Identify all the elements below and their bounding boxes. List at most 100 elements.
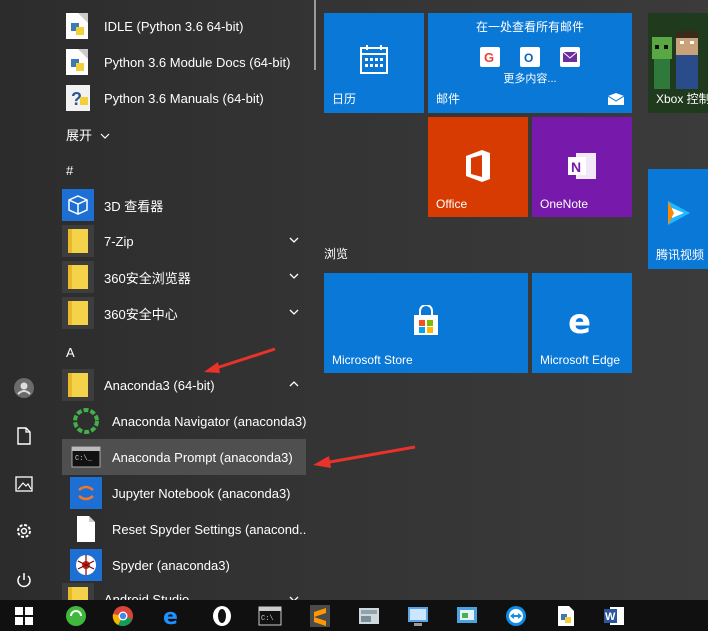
tile-tencent-video[interactable]: 腾讯视频	[648, 169, 708, 269]
tencent-video-icon	[668, 201, 690, 225]
folder-icon	[62, 261, 94, 293]
chevron-up-icon	[289, 381, 299, 387]
edge-icon: e	[568, 305, 591, 337]
taskbar-sublime[interactable]	[300, 600, 340, 631]
app-label: Android Studio	[104, 592, 190, 600]
app-jupyter-notebook[interactable]: Jupyter Notebook (anaconda3)	[70, 475, 306, 511]
jupyter-icon	[70, 477, 102, 509]
svg-text:C:\_: C:\_	[75, 455, 93, 463]
store-icon	[414, 305, 438, 335]
opera-icon	[213, 605, 231, 626]
settings-button[interactable]	[0, 513, 48, 549]
help-file-icon: ?	[62, 82, 94, 114]
python-icon	[62, 10, 94, 42]
app-reset-spyder[interactable]: Reset Spyder Settings (anacond...	[70, 511, 306, 547]
folder-anaconda3[interactable]: Anaconda3 (64-bit)	[62, 367, 306, 403]
envelope-icon	[560, 47, 580, 67]
pictures-button[interactable]	[0, 466, 48, 502]
file-manager-icon	[359, 607, 379, 624]
taskbar-python-file[interactable]	[546, 600, 586, 631]
tile-calendar[interactable]: 日历	[324, 13, 424, 113]
mail-icon	[608, 93, 624, 105]
app-label: Python 3.6 Module Docs (64-bit)	[104, 54, 291, 70]
section-header-a[interactable]: A	[66, 345, 75, 360]
onenote-icon: N	[568, 153, 596, 179]
taskbar-edge[interactable]: e	[153, 600, 193, 631]
section-header-hash[interactable]: #	[66, 163, 73, 178]
chevron-down-icon	[289, 596, 299, 600]
pictures-icon	[15, 476, 33, 492]
chevron-down-icon	[100, 133, 110, 139]
chevron-down-icon	[289, 237, 299, 243]
documents-button[interactable]	[0, 418, 48, 454]
folder-icon	[62, 225, 94, 257]
google-icon: G	[480, 47, 500, 67]
taskbar-word[interactable]: W	[594, 600, 634, 631]
spyder-icon	[70, 549, 102, 581]
user-account-button[interactable]	[0, 370, 48, 406]
control-panel-icon	[457, 606, 477, 623]
app-spyder[interactable]: Spyder (anaconda3)	[70, 547, 306, 583]
anaconda-navigator-icon	[70, 405, 102, 437]
app-label: Anaconda Navigator (anaconda3)	[112, 413, 306, 429]
mail-header: 在一处查看所有邮件	[475, 20, 584, 34]
start-button[interactable]	[4, 600, 44, 631]
svg-text:e: e	[163, 605, 178, 627]
expand-label: 展开	[66, 128, 93, 143]
taskbar-chrome[interactable]	[103, 600, 143, 631]
tile-group-label[interactable]: 浏览	[324, 245, 348, 262]
start-menu: IDLE (Python 3.6 64-bit) Python 3.6 Modu…	[0, 0, 708, 631]
tile-mail[interactable]: 在一处查看所有邮件 G O 更多内容... 邮件	[428, 13, 632, 113]
tile-microsoft-store[interactable]: Microsoft Store	[324, 273, 528, 373]
taskbar-control-panel[interactable]	[398, 600, 438, 631]
start-rail	[0, 0, 48, 600]
tile-xbox[interactable]: Xbox 控制	[648, 13, 708, 113]
office-icon	[466, 150, 490, 182]
tile-label: 日历	[332, 92, 357, 106]
tile-office[interactable]: Office	[428, 117, 528, 217]
taskbar-file-manager[interactable]	[349, 600, 389, 631]
folder-7zip[interactable]: 7-Zip	[62, 223, 306, 259]
app-anaconda-prompt[interactable]: C:\_ Anaconda Prompt (anaconda3)	[62, 439, 306, 475]
calendar-icon	[360, 45, 388, 74]
document-icon	[17, 427, 31, 445]
terminal-icon: C:\_	[70, 441, 102, 473]
app-idle[interactable]: IDLE (Python 3.6 64-bit)	[62, 8, 306, 44]
app-python-module-docs[interactable]: Python 3.6 Module Docs (64-bit)	[62, 44, 306, 80]
chevron-down-icon	[289, 309, 299, 315]
taskbar-teamviewer[interactable]	[496, 600, 536, 631]
sublime-icon	[310, 604, 330, 627]
3d-viewer-icon	[62, 189, 94, 221]
svg-text:C:\: C:\	[261, 615, 274, 623]
app-label: Jupyter Notebook (anaconda3)	[112, 485, 291, 501]
360-browser-icon	[66, 605, 86, 626]
app-label: Anaconda3 (64-bit)	[104, 377, 215, 393]
file-icon	[70, 513, 102, 545]
svg-text:O: O	[524, 51, 533, 65]
teamviewer-icon	[506, 605, 526, 626]
mail-more: 更多内容...	[503, 73, 557, 85]
tile-onenote[interactable]: N OneNote	[532, 117, 632, 217]
app-3d-viewer[interactable]: 3D 查看器	[62, 187, 306, 223]
app-label: Reset Spyder Settings (anacond...	[112, 521, 306, 537]
tile-microsoft-edge[interactable]: e Microsoft Edge	[532, 273, 632, 373]
python-icon	[62, 46, 94, 78]
tile-label: OneNote	[540, 197, 589, 211]
svg-text:G: G	[484, 50, 494, 65]
folder-360-security[interactable]: 360安全中心	[62, 295, 306, 331]
app-label: Python 3.6 Manuals (64-bit)	[104, 90, 264, 106]
folder-android-studio[interactable]: Android Studio	[62, 583, 306, 600]
app-anaconda-navigator[interactable]: Anaconda Navigator (anaconda3)	[70, 403, 306, 439]
taskbar-control-panel-2[interactable]	[447, 600, 487, 631]
power-button[interactable]	[0, 562, 48, 598]
taskbar-terminal[interactable]: C:\	[250, 600, 290, 631]
expand-link[interactable]: 展开	[66, 125, 110, 144]
app-python-manuals[interactable]: ? Python 3.6 Manuals (64-bit)	[62, 80, 306, 116]
user-icon	[14, 378, 34, 398]
control-panel-icon	[408, 606, 428, 626]
folder-360-browser[interactable]: 360安全浏览器	[62, 259, 306, 295]
app-list-scrollbar[interactable]	[314, 0, 316, 70]
edge-icon: e	[163, 605, 178, 627]
taskbar-360-browser[interactable]	[56, 600, 96, 631]
taskbar-opera[interactable]	[202, 600, 242, 631]
